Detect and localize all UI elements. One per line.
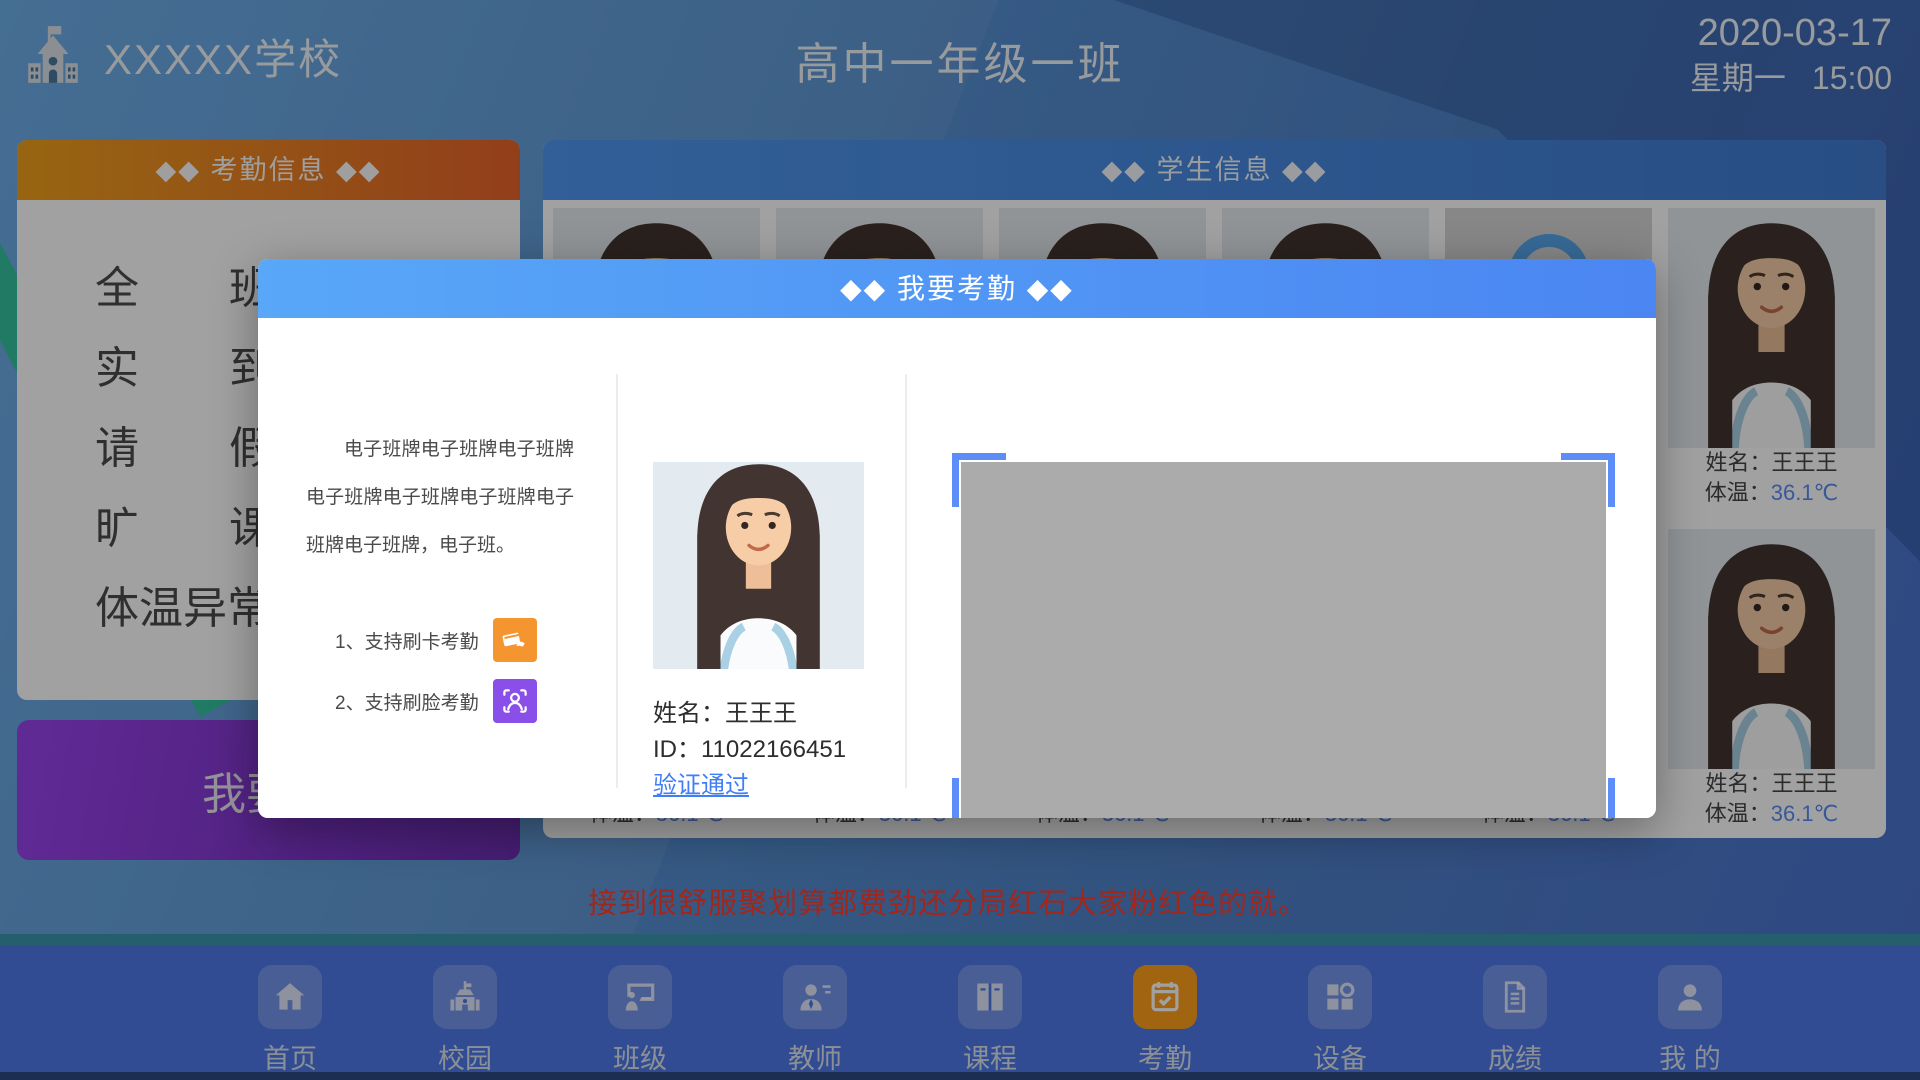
- verification-status-link[interactable]: 验证通过: [653, 768, 749, 804]
- modal-student-photo: [653, 462, 864, 669]
- camera-corner-bracket: [1561, 453, 1615, 507]
- screen: XXXXX学校 高中一年级一班 2020-03-17 星期一15:00 ◆◆ 考…: [0, 0, 1920, 1080]
- attendance-row-label: 体温异常: [95, 572, 271, 636]
- student-photo: [1668, 208, 1875, 448]
- nav-label: 校园: [438, 1037, 492, 1076]
- option-face-checkin: 2、支持刷脸考勤: [335, 679, 537, 723]
- student-temp-line: 体温：36.1℃: [1668, 478, 1875, 508]
- checkin-button-label: 我要: [17, 758, 290, 822]
- checkin-modal: ◆◆ 我要考勤 ◆◆ 电子班牌电子班牌电子班牌电子班牌电子班牌电子班牌电子班牌电…: [258, 259, 1656, 818]
- student-card[interactable]: 姓名：王王王 体温：36.1℃: [1668, 529, 1875, 829]
- modal-student-info: 姓名：王王王 ID：11022166451 验证通过: [653, 696, 846, 804]
- option-label: 1、支持刷卡考勤: [335, 627, 493, 654]
- nav-item-class[interactable]: 班级: [585, 965, 695, 1076]
- nav-label: 考勤: [1138, 1037, 1192, 1076]
- top-header: XXXXX学校 高中一年级一班 2020-03-17 星期一15:00: [0, 0, 1920, 113]
- student-photo: [1668, 529, 1875, 769]
- attendance-icon: [1133, 965, 1197, 1029]
- camera-corner-bracket: [1561, 778, 1615, 818]
- datetime: 2020-03-17 星期一 15:00: [1690, 10, 1892, 98]
- nav-label: 成绩: [1488, 1037, 1542, 1076]
- weekday-time: 星期一 15:00: [1690, 58, 1892, 98]
- students-panel-title: ◆◆ 学生信息 ◆◆: [543, 140, 1886, 200]
- profile-icon: [1658, 965, 1722, 1029]
- student-card[interactable]: 姓名：王王王 体温：36.1℃: [1668, 208, 1875, 508]
- card-swipe-icon: [493, 618, 537, 662]
- option-label: 2、支持刷脸考勤: [335, 688, 493, 715]
- nav-item-courses[interactable]: 课程: [935, 965, 1045, 1076]
- modal-student-id: ID：11022166451: [653, 732, 846, 768]
- time: 15:00: [1812, 60, 1892, 96]
- bottom-nav: 首页 校园 班级: [0, 945, 1920, 1080]
- nav-item-profile[interactable]: 我 的: [1635, 965, 1745, 1076]
- grades-icon: [1483, 965, 1547, 1029]
- weekday: 星期一: [1690, 60, 1786, 96]
- camera-corner-bracket: [952, 778, 1006, 818]
- nav-bottom-strip: [0, 1072, 1920, 1080]
- nav-label: 班级: [613, 1037, 667, 1076]
- student-name-line: 姓名：王王王: [1668, 769, 1875, 799]
- class-title: 高中一年级一班: [0, 28, 1920, 92]
- modal-divider: [616, 374, 618, 788]
- class-icon: [608, 965, 672, 1029]
- attendance-panel-title: ◆◆ 考勤信息 ◆◆: [17, 140, 520, 200]
- option-card-checkin: 1、支持刷卡考勤: [335, 618, 537, 662]
- nav-item-teachers[interactable]: 教师: [760, 965, 870, 1076]
- nav-item-attendance[interactable]: 考勤: [1110, 965, 1220, 1076]
- nav-top-divider: [0, 934, 1920, 945]
- checkin-modal-body: 电子班牌电子班牌电子班牌电子班牌电子班牌电子班牌电子班牌电子班牌，电子班。 1、…: [258, 318, 1656, 818]
- modal-student-name: 姓名：王王王: [653, 696, 846, 732]
- nav-label: 设备: [1313, 1037, 1367, 1076]
- nav-label: 首页: [263, 1037, 317, 1076]
- nav-item-campus[interactable]: 校园: [410, 965, 520, 1076]
- nav-label: 教师: [788, 1037, 842, 1076]
- date: 2020-03-17: [1690, 10, 1892, 58]
- teacher-icon: [783, 965, 847, 1029]
- nav-item-grades[interactable]: 成绩: [1460, 965, 1570, 1076]
- checkin-modal-title: ◆◆ 我要考勤 ◆◆: [258, 259, 1656, 318]
- home-icon: [258, 965, 322, 1029]
- device-icon: [1308, 965, 1372, 1029]
- student-name-line: 姓名：王王王: [1668, 448, 1875, 478]
- modal-description: 电子班牌电子班牌电子班牌电子班牌电子班牌电子班牌电子班牌电子班牌，电子班。: [306, 426, 574, 570]
- nav-label: 我 的: [1659, 1037, 1721, 1076]
- notice-marquee: 接到很舒服聚划算都费劲还分局红石大家粉红色的就。: [588, 880, 1308, 922]
- school-icon: [433, 965, 497, 1029]
- face-scan-icon: [493, 679, 537, 723]
- nav-item-devices[interactable]: 设备: [1285, 965, 1395, 1076]
- modal-divider: [905, 374, 907, 788]
- camera-corner-bracket: [952, 453, 1006, 507]
- student-temp-line: 体温：36.1℃: [1668, 799, 1875, 829]
- course-icon: [958, 965, 1022, 1029]
- camera-preview-area: [961, 462, 1606, 818]
- nav-label: 课程: [963, 1037, 1017, 1076]
- nav-item-home[interactable]: 首页: [235, 965, 345, 1076]
